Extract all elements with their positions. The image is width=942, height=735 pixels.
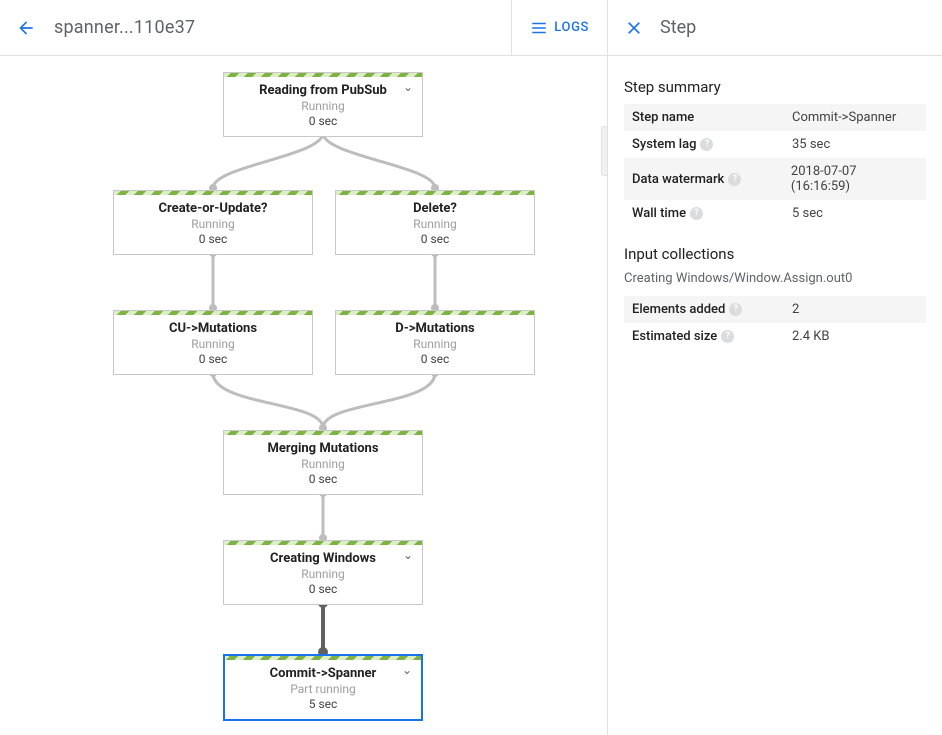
node-merging-mutations[interactable]: Merging Mutations Running 0 sec xyxy=(223,430,423,495)
node-name: Create-or-Update? xyxy=(118,201,308,216)
row-estimated-size: Estimated size? 2.4 KB xyxy=(624,323,926,350)
node-time: 0 sec xyxy=(228,582,418,596)
logs-button[interactable]: LOGS xyxy=(530,19,589,37)
row-system-lag: System lag? 35 sec xyxy=(624,131,926,158)
row-wall-time: Wall time? 5 sec xyxy=(624,200,926,227)
node-status: Running xyxy=(228,457,418,471)
node-time: 5 sec xyxy=(229,697,417,711)
node-name: Creating Windows xyxy=(228,551,418,566)
node-status: Running xyxy=(228,99,418,113)
panel-resize-handle[interactable] xyxy=(601,126,607,176)
step-summary-title: Step summary xyxy=(624,78,926,96)
chevron-down-icon[interactable]: ⌄ xyxy=(400,79,416,95)
help-icon[interactable]: ? xyxy=(721,330,734,343)
pipeline-graph[interactable]: Reading from PubSub Running 0 sec ⌄ Crea… xyxy=(0,56,607,735)
help-icon[interactable]: ? xyxy=(690,207,703,220)
node-status: Running xyxy=(228,567,418,581)
node-time: 0 sec xyxy=(118,352,308,366)
job-title: spanner...110e37 xyxy=(54,17,195,38)
node-creating-windows[interactable]: Creating Windows Running 0 sec ⌄ xyxy=(223,540,423,605)
chevron-down-icon[interactable]: ⌄ xyxy=(400,547,416,563)
help-icon[interactable]: ? xyxy=(729,303,742,316)
node-time: 0 sec xyxy=(340,232,530,246)
node-status: Running xyxy=(118,217,308,231)
node-d-mutations[interactable]: D->Mutations Running 0 sec xyxy=(335,310,535,375)
panel-title: Step xyxy=(660,17,696,38)
row-elements-added: Elements added? 2 xyxy=(624,296,926,323)
node-time: 0 sec xyxy=(228,472,418,486)
help-icon[interactable]: ? xyxy=(700,138,713,151)
node-delete[interactable]: Delete? Running 0 sec xyxy=(335,190,535,255)
node-reading-from-pubsub[interactable]: Reading from PubSub Running 0 sec ⌄ xyxy=(223,72,423,137)
help-icon[interactable]: ? xyxy=(728,173,741,186)
node-time: 0 sec xyxy=(340,352,530,366)
close-icon[interactable] xyxy=(624,18,644,38)
back-arrow-icon[interactable] xyxy=(16,18,36,38)
input-collections-title: Input collections xyxy=(624,245,926,263)
node-commit-spanner[interactable]: Commit->Spanner Part running 5 sec ⌄ xyxy=(223,654,423,721)
chevron-down-icon[interactable]: ⌄ xyxy=(399,662,415,678)
node-status: Part running xyxy=(229,682,417,696)
node-status: Running xyxy=(340,337,530,351)
node-cu-mutations[interactable]: CU->Mutations Running 0 sec xyxy=(113,310,313,375)
node-status: Running xyxy=(340,217,530,231)
node-name: Commit->Spanner xyxy=(229,666,417,681)
input-collection-name: Creating Windows/Window.Assign.out0 xyxy=(624,271,926,286)
step-details-panel: Step summary Step name Commit->Spanner S… xyxy=(607,56,942,735)
logs-button-label: LOGS xyxy=(554,20,589,35)
node-name: D->Mutations xyxy=(340,321,530,336)
node-name: Reading from PubSub xyxy=(228,83,418,98)
node-name: CU->Mutations xyxy=(118,321,308,336)
node-create-or-update[interactable]: Create-or-Update? Running 0 sec xyxy=(113,190,313,255)
node-time: 0 sec xyxy=(228,114,418,128)
node-name: Delete? xyxy=(340,201,530,216)
node-name: Merging Mutations xyxy=(228,441,418,456)
row-data-watermark: Data watermark? 2018-07-07 (16:16:59) xyxy=(624,158,926,200)
node-time: 0 sec xyxy=(118,232,308,246)
node-status: Running xyxy=(118,337,308,351)
row-step-name: Step name Commit->Spanner xyxy=(624,104,926,131)
